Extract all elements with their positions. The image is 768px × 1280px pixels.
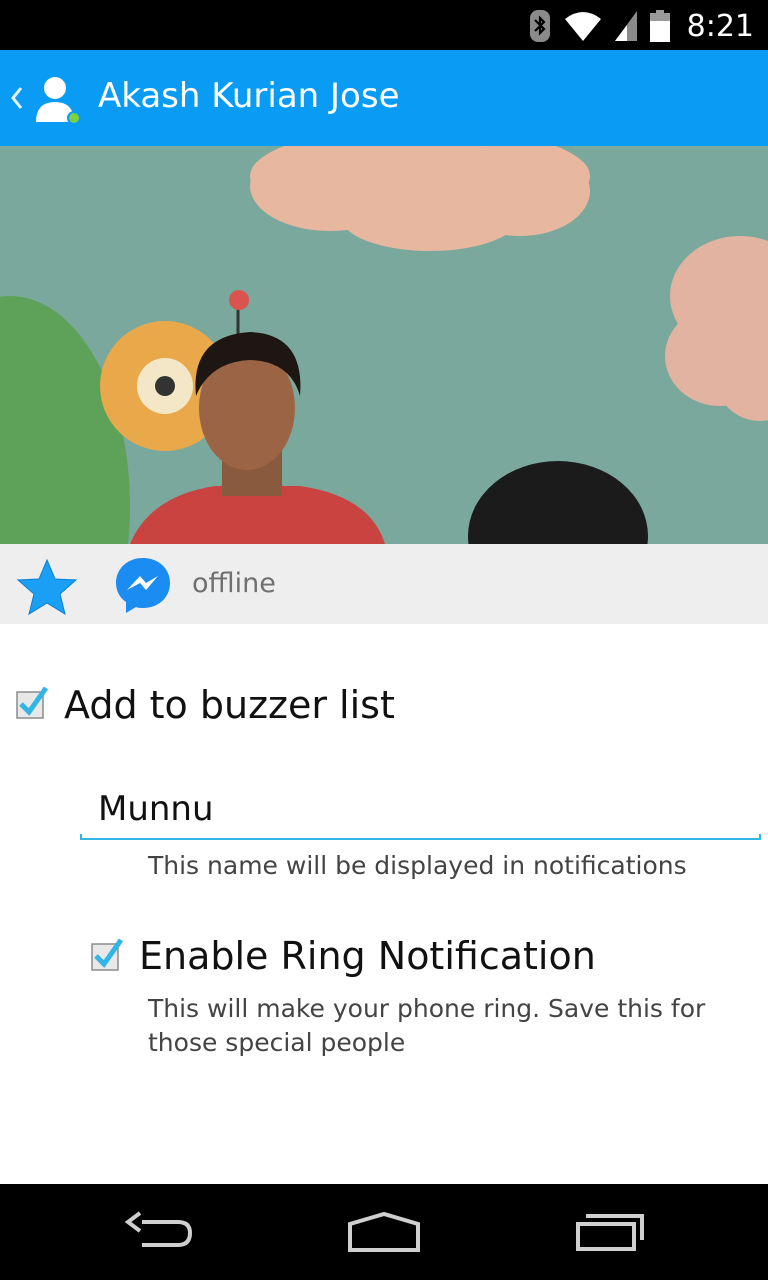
star-icon[interactable] [16, 558, 78, 616]
recents-icon[interactable] [570, 1202, 650, 1262]
status-time: 8:21 [686, 8, 754, 44]
contact-avatar-icon[interactable] [34, 74, 80, 124]
ring-notification-checkbox[interactable] [89, 938, 123, 972]
navigation-bar [0, 1184, 768, 1280]
contact-photo [0, 146, 768, 544]
app-bar: Akash Kurian Jose [0, 50, 768, 146]
display-name-input[interactable] [82, 780, 761, 838]
input-underline [80, 834, 761, 840]
ring-notification-label[interactable]: Enable Ring Notification [139, 934, 596, 978]
contact-photo-image [0, 146, 768, 544]
ring-notification-description: This will make your phone ring. Save thi… [148, 994, 706, 1057]
wifi-icon [564, 12, 601, 41]
presence-status: offline [192, 568, 276, 599]
contact-info-strip: offline [0, 544, 768, 624]
home-icon[interactable] [344, 1202, 424, 1262]
battery-icon [649, 10, 670, 42]
bluetooth-icon [529, 10, 550, 42]
display-name-hint: This name will be displayed in notificat… [148, 851, 687, 880]
status-icons: 8:21 [527, 6, 754, 46]
buzzer-list-label[interactable]: Add to buzzer list [64, 683, 395, 727]
buzzer-list-checkbox[interactable] [14, 686, 48, 720]
messenger-icon[interactable] [113, 555, 173, 615]
back-icon[interactable] [120, 1202, 200, 1262]
contact-name-title: Akash Kurian Jose [98, 76, 400, 116]
back-chevron-icon[interactable] [8, 82, 24, 114]
signal-icon [614, 11, 637, 41]
status-bar: 8:21 [0, 0, 768, 50]
